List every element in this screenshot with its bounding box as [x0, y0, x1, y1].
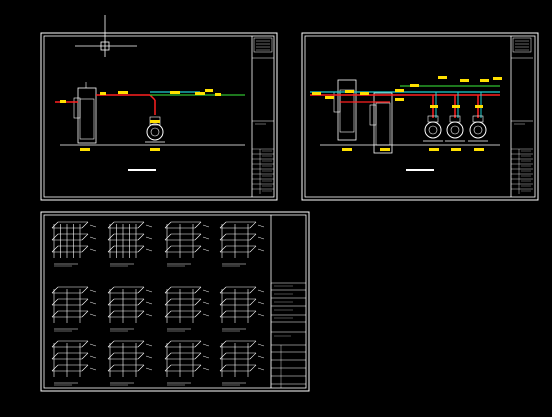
pipe-tag [460, 79, 469, 82]
pipe-tag [205, 89, 213, 92]
isometric-view [219, 286, 265, 332]
pipe-tag [360, 92, 369, 95]
isometric-view [51, 286, 97, 332]
pipe-tag [100, 92, 106, 95]
caption-line [128, 169, 156, 171]
pipe-tag [480, 79, 489, 82]
sheet-3-isometrics [51, 221, 265, 386]
pipe-tag [60, 100, 66, 103]
isometric-view [107, 340, 153, 386]
pump [146, 123, 164, 141]
sheet-border [40, 211, 310, 392]
isometric-view [107, 286, 153, 332]
sheet-1-elevation [55, 82, 245, 171]
isometric-view [164, 340, 210, 386]
sheet-border [301, 32, 539, 201]
sheet-2-elevation [310, 76, 502, 171]
pipe-tag [345, 90, 354, 93]
isometric-view [164, 286, 210, 332]
pipe-tag [395, 89, 404, 92]
pipe-tag [150, 120, 160, 123]
drawing-border [43, 214, 307, 389]
tank [77, 87, 97, 144]
pipe-tag [493, 77, 502, 80]
isometric-view [219, 340, 265, 386]
sheet-1-frame [40, 32, 278, 201]
isometric-view [51, 221, 97, 267]
pipe-tag [342, 148, 352, 151]
pipe-tag [438, 76, 447, 79]
pipe-tag [118, 91, 128, 94]
pipe-tag [195, 92, 205, 95]
pipe-tag [474, 148, 484, 151]
pipe-tag [475, 105, 483, 108]
pipe-tag [325, 96, 334, 99]
pipe-tag [150, 148, 160, 151]
pipe-tag [451, 148, 461, 151]
pump [424, 121, 442, 139]
cad-drawing-canvas[interactable] [0, 0, 552, 417]
drawing-border [43, 35, 275, 198]
caption-line [406, 169, 434, 171]
tank [337, 79, 357, 141]
drawing-border [304, 35, 536, 198]
pipe-tag [215, 93, 221, 96]
pump [446, 121, 464, 139]
isometric-view [219, 221, 265, 267]
isometric-view [164, 221, 210, 267]
pipe-tag [380, 148, 390, 151]
sheet-border [40, 32, 278, 201]
pipe-tag [429, 148, 439, 151]
pipe-tag [430, 105, 438, 108]
pipe-tag [80, 148, 90, 151]
pump [469, 121, 487, 139]
pipe-tag [312, 92, 321, 95]
pipe-tag [170, 91, 180, 94]
pipe-tag [410, 84, 419, 87]
isometric-view [51, 340, 97, 386]
pipe-tag [395, 98, 404, 101]
pipe-tag [452, 105, 460, 108]
isometric-view [107, 221, 153, 267]
sheet-2-frame [301, 32, 539, 201]
sheet-3-frame [40, 211, 310, 392]
